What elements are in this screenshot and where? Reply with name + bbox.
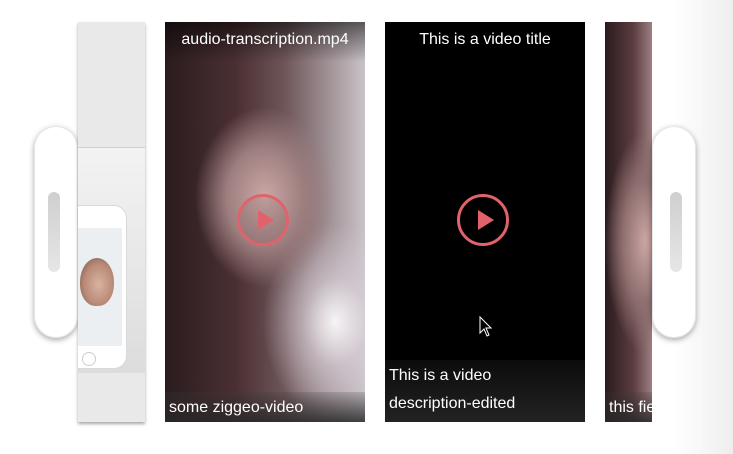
carousel-item-1[interactable] bbox=[78, 22, 145, 422]
carousel-item-4[interactable]: this fie bbox=[605, 22, 652, 422]
play-button[interactable] bbox=[237, 194, 289, 246]
video-carousel: audio-transcription.mp4 some ziggeo-vide… bbox=[0, 0, 733, 454]
play-button[interactable] bbox=[457, 194, 509, 246]
carousel-prev-button[interactable] bbox=[34, 126, 78, 338]
video-title: This is a video title bbox=[419, 31, 551, 48]
play-icon bbox=[478, 210, 494, 230]
video-description: This is a video description-edited bbox=[389, 367, 516, 412]
carousel-item-3[interactable]: This is a video title This is a video de… bbox=[385, 22, 585, 422]
video-description: some ziggeo-video bbox=[169, 399, 304, 416]
chevron-left-icon bbox=[48, 192, 60, 272]
play-icon bbox=[258, 210, 274, 230]
avatar bbox=[80, 258, 114, 306]
carousel-next-button[interactable] bbox=[652, 126, 696, 338]
video-title: audio-transcription.mp4 bbox=[181, 31, 349, 48]
carousel-item-2[interactable]: audio-transcription.mp4 some ziggeo-vide… bbox=[165, 22, 365, 422]
video-description: this fie bbox=[609, 399, 652, 416]
chevron-right-icon bbox=[670, 192, 682, 272]
video-thumbnail bbox=[605, 22, 652, 422]
video-thumbnail bbox=[78, 147, 145, 373]
phone-illustration bbox=[78, 206, 126, 368]
